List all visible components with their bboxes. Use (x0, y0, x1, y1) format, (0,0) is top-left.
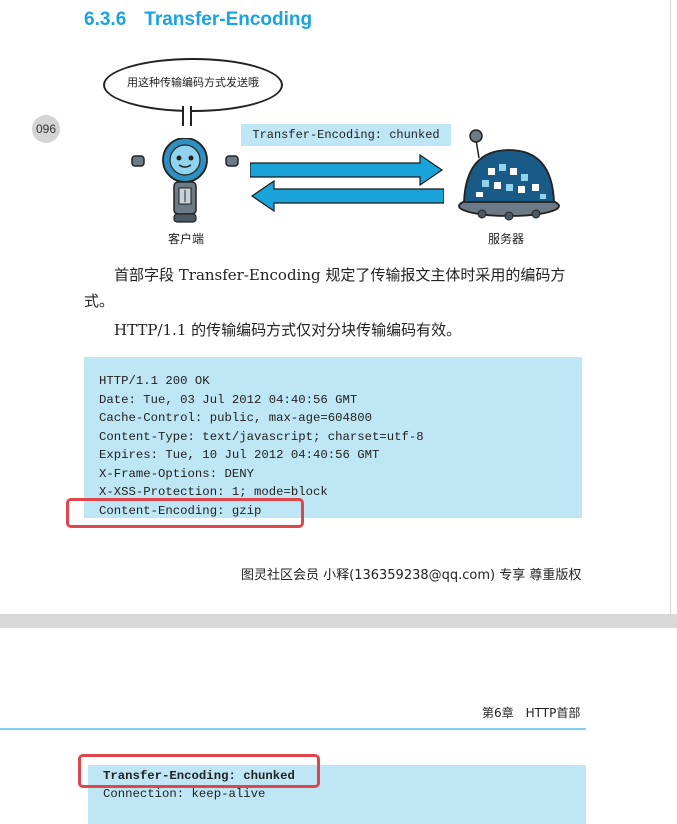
code-line: Connection: keep-alive (103, 787, 266, 801)
page-gap (0, 614, 677, 628)
code-line: Date: Tue, 03 Jul 2012 04:40:56 GMT (99, 392, 358, 407)
arrow-left-icon (250, 179, 444, 213)
code-line: Expires: Tue, 10 Jul 2012 04:40:56 GMT (99, 448, 380, 462)
page-bottom: 第6章 HTTP首部 Transfer-Encoding: chunked Co… (0, 628, 677, 824)
transfer-encoding-highlight (78, 754, 320, 788)
page-number-badge: 096 (32, 115, 60, 143)
arrow-right-icon (250, 153, 444, 187)
page-top: 6.3.6 Transfer-Encoding 096 用这种传输编码方式发送哦 … (0, 0, 671, 614)
transfer-encoding-tag: Transfer-Encoding: chunked (241, 124, 451, 146)
speech-bubble-text: 用这种传输编码方式发送哦 (127, 76, 259, 89)
speech-bubble: 用这种传输编码方式发送哦 (103, 58, 283, 112)
client-label: 客户端 (168, 232, 205, 246)
code-line: X-Frame-Options: DENY (99, 466, 254, 481)
paragraph-1: 首部字段 Transfer-Encoding 规定了传输报文主体时采用的编码方式… (84, 266, 566, 310)
request-response-arrows (250, 153, 444, 213)
paragraph-2: HTTP/1.1 的传输编码方式仅对分块传输编码有效。 (114, 321, 462, 339)
section-title: 6.3.6 Transfer-Encoding (84, 9, 312, 31)
code-line: X-XSS-Protection: 1; mode=block (99, 485, 328, 499)
content-encoding-highlight (66, 498, 304, 528)
client-robot-icon (131, 138, 239, 223)
code-block: HTTP/1.1 200 OK Date: Tue, 03 Jul 2012 0… (84, 357, 582, 518)
header-rule (0, 728, 586, 730)
section-number: 6.3.6 (84, 9, 127, 30)
watermark-text: 图灵社区会员 小释(136359238@qq.com) 专享 尊重版权 (241, 568, 582, 583)
chapter-header: 第6章 HTTP首部 (482, 706, 581, 720)
section-name: Transfer-Encoding (144, 9, 313, 30)
code-line: HTTP/1.1 200 OK (99, 374, 210, 388)
speech-bubble-tail (182, 106, 192, 126)
server-icon (458, 129, 560, 221)
code-line: Cache-Control: public, max-age=604800 (99, 411, 373, 425)
server-label: 服务器 (488, 232, 525, 246)
code-line: Content-Type: text/javascript; charset=u… (99, 429, 424, 444)
